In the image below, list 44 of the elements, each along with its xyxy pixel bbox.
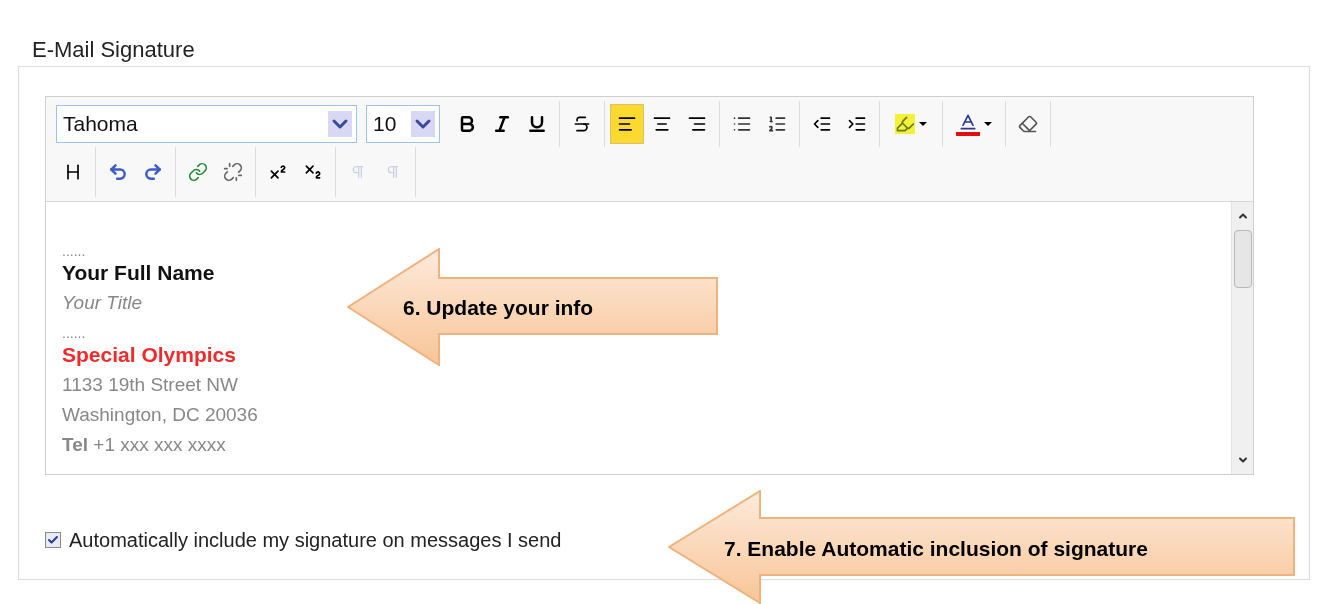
font-select[interactable]: Tahoma: [56, 105, 357, 143]
signature-line: ......: [62, 326, 86, 340]
pilcrow-icon: [385, 164, 401, 180]
check-icon: [47, 534, 59, 546]
align-right-icon: [687, 114, 707, 134]
scrollbar[interactable]: [1231, 202, 1253, 474]
callout-text: 7. Enable Automatic inclusion of signature: [724, 535, 1148, 562]
unlink-icon: [223, 162, 243, 182]
callout-text: 6. Update your info: [403, 295, 594, 321]
checkbox-label: Automatically include my signature on messages I send: [69, 528, 562, 553]
section-title: E-Mail Signature: [32, 36, 196, 64]
signature-line: Tel +1 xxx xxx xxxx: [62, 433, 226, 457]
underline-icon: [527, 114, 547, 134]
font-color-icon: [956, 112, 980, 136]
align-center-icon: [652, 114, 672, 134]
eraser-icon: [1018, 114, 1038, 134]
caret-icon: [919, 122, 927, 126]
signature-line: Your Full Name: [62, 260, 215, 286]
signature-line: Washington, DC 20036: [62, 403, 258, 427]
align-left-icon: [617, 114, 637, 134]
subscript-icon: [303, 162, 323, 182]
undo-icon: [108, 162, 128, 182]
outdent-icon: [812, 114, 832, 134]
redo-icon: [143, 162, 163, 182]
align-button[interactable]: [610, 104, 644, 144]
caret-icon: [984, 122, 992, 126]
checkbox[interactable]: [45, 532, 61, 548]
scroll-thumb[interactable]: [1233, 230, 1252, 288]
signature-line: ......: [62, 244, 86, 258]
indent-icon: [847, 114, 867, 134]
size-select[interactable]: 10: [366, 105, 440, 143]
superscript-icon: [268, 162, 288, 182]
signature-line: Your Title: [62, 291, 143, 315]
strikethrough-icon: [572, 114, 592, 134]
pilcrow-icon: [350, 164, 366, 180]
highlighter-icon: [895, 114, 915, 134]
bullet-list-icon: [732, 114, 752, 134]
dropdown-icon: [411, 111, 435, 137]
signature-line: Special Olympics: [62, 342, 236, 368]
numbered-list-icon: [767, 114, 787, 134]
link-icon: [188, 162, 208, 182]
signature-line: 1133 19th Street NW: [62, 373, 239, 397]
dropdown-icon: [328, 111, 352, 137]
italic-icon: [492, 114, 512, 134]
